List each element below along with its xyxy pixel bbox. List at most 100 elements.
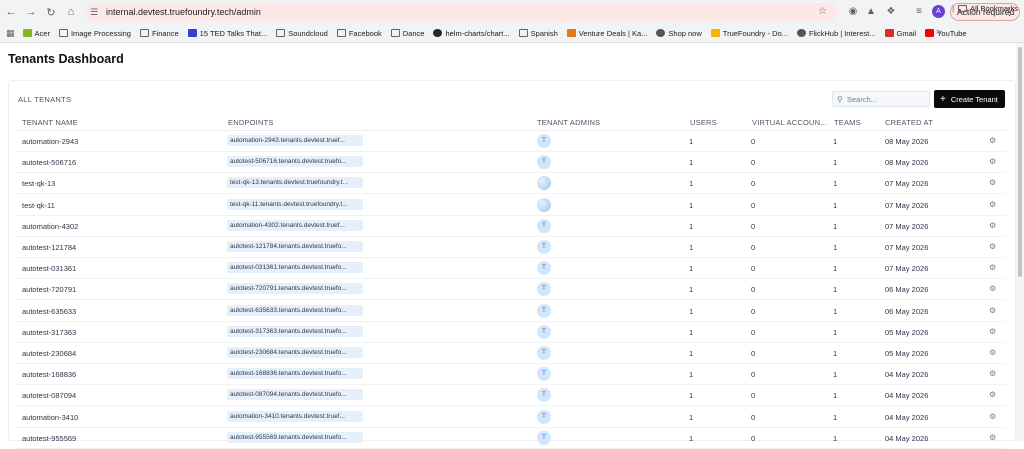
url-text[interactable]: internal.devtest.truefoundry.tech/admin (106, 7, 261, 17)
site-info-icon[interactable]: ☰ (90, 7, 104, 18)
profile-avatar[interactable]: A (932, 5, 945, 18)
table-row[interactable]: automation-2943 automation-2943.tenants.d… (16, 131, 1006, 152)
admin-avatar[interactable]: T (537, 409, 551, 424)
tenant-name[interactable]: autotest-087094 (22, 391, 76, 400)
admin-avatar[interactable] (537, 197, 551, 212)
bookmark-item[interactable]: FlickHub | Interest... (796, 29, 876, 38)
bookmark-item[interactable]: helm-charts/chart... (433, 29, 510, 38)
puzzle-icon[interactable]: ❖ (884, 4, 898, 18)
bookmark-item[interactable]: Facebook (336, 29, 382, 38)
gear-icon[interactable]: ⚙ (989, 221, 996, 230)
table-row[interactable]: autotest-506716 autotest-506716.tenants.d… (16, 152, 1006, 174)
table-row[interactable]: automation-3410 automation-3410.tenants.d… (16, 407, 1006, 428)
home-icon[interactable]: ⌂ (62, 3, 80, 21)
bookmark-item[interactable]: Acer (22, 29, 50, 38)
endpoint-chip[interactable]: automation-3410.tenants.devtest.truef... (227, 410, 363, 422)
tenant-name[interactable]: automation-2943 (22, 137, 78, 146)
endpoint-chip[interactable]: autotest-087094.tenants.devtest.truefo..… (227, 389, 363, 401)
tenant-name[interactable]: automation-4302 (22, 222, 78, 231)
table-row[interactable]: autotest-720791 autotest-720791.tenants.d… (16, 279, 1006, 301)
bookmark-item[interactable]: Dance (390, 29, 424, 38)
extension-shield-icon[interactable]: ▲ (864, 4, 878, 18)
admin-avatar[interactable]: T (537, 388, 551, 403)
tenant-name[interactable]: autotest-506716 (22, 158, 76, 167)
bookmark-item[interactable]: Spanish (518, 29, 558, 38)
header-teams[interactable]: TEAMS (834, 118, 861, 127)
gear-icon[interactable]: ⚙ (989, 136, 996, 145)
table-row[interactable]: autotest-955569 autotest-955569.tenants.d… (16, 428, 1006, 449)
table-row[interactable]: autotest-168836 autotest-168836.tenants.d… (16, 364, 1006, 386)
gear-icon[interactable]: ⚙ (989, 263, 996, 272)
bookmark-item[interactable]: Soundcloud (276, 29, 328, 38)
bookmark-item[interactable]: YouTube (925, 29, 967, 38)
apps-grid-icon[interactable]: ▦ (6, 28, 15, 39)
header-tenant-admins[interactable]: TENANT ADMINS (537, 118, 600, 127)
bookmark-item[interactable]: 15 TED Talks That... (187, 29, 267, 38)
table-row[interactable]: autotest-317363 autotest-317363.tenants.d… (16, 322, 1006, 343)
endpoint-chip[interactable]: autotest-121784.tenants.devtest.truefo..… (227, 241, 363, 252)
admin-avatar[interactable]: T (537, 346, 551, 360)
gear-icon[interactable]: ⚙ (989, 178, 996, 187)
admin-avatar[interactable]: T (537, 324, 551, 339)
endpoint-chip[interactable]: test-qk-11.tenants.devtest.truefoundry.t… (227, 198, 363, 210)
tenant-name[interactable]: autotest-635633 (22, 307, 76, 316)
bookmark-item[interactable]: TrueFoundry - Do... (710, 29, 788, 38)
admin-avatar[interactable] (537, 176, 551, 191)
admin-avatar[interactable]: T (537, 261, 551, 276)
address-bar[interactable]: ☰ internal.devtest.truefoundry.tech/admi… (84, 3, 837, 21)
tenant-name[interactable]: test-qk-11 (22, 201, 55, 210)
gear-icon[interactable]: ⚙ (989, 242, 996, 251)
endpoint-chip[interactable]: automation-2943.tenants.devtest.truef... (227, 135, 363, 146)
admin-avatar[interactable]: T (537, 430, 551, 445)
endpoint-chip[interactable]: autotest-720791.tenants.devtest.truefo..… (227, 283, 363, 295)
header-users[interactable]: USERS (690, 118, 717, 127)
endpoint-chip[interactable]: autotest-955569.tenants.devtest.truefo..… (227, 431, 363, 443)
bookmark-item[interactable]: Image Processing (58, 29, 131, 38)
tenant-name[interactable]: autotest-121784 (22, 243, 76, 252)
gear-icon[interactable]: ⚙ (989, 306, 996, 315)
forward-icon[interactable]: → (22, 3, 40, 21)
bookmark-item[interactable]: Gmail (884, 29, 916, 38)
gear-icon[interactable]: ⚙ (989, 390, 996, 399)
admin-avatar[interactable]: T (537, 218, 551, 233)
endpoint-chip[interactable]: autotest-031361.tenants.devtest.truefo..… (227, 262, 363, 274)
gear-icon[interactable]: ⚙ (989, 412, 996, 421)
page-scrollbar[interactable] (1016, 43, 1024, 441)
table-row[interactable]: autotest-635633 autotest-635633.tenants.d… (16, 301, 1006, 322)
endpoint-chip[interactable]: test-qk-13.tenants.devtest.truefoundry.t… (227, 177, 363, 189)
endpoint-chip[interactable]: autotest-635633.tenants.devtest.truefo..… (227, 304, 363, 316)
gear-icon[interactable]: ⚙ (989, 327, 996, 336)
admin-avatar[interactable]: T (537, 303, 551, 318)
back-icon[interactable]: ← (2, 3, 20, 21)
endpoint-chip[interactable]: automation-4302.tenants.devtest.truef... (227, 219, 363, 231)
admin-avatar[interactable]: T (537, 134, 551, 148)
more-bookmarks-icon[interactable]: » (936, 26, 941, 36)
bookmark-item[interactable]: Venture Deals | Ka... (566, 29, 647, 38)
table-row[interactable]: automation-4302 automation-4302.tenants.d… (16, 216, 1006, 237)
gear-icon[interactable]: ⚙ (989, 200, 996, 209)
extension-icon[interactable]: ◉ (846, 4, 860, 18)
media-icon[interactable]: ≡ (912, 4, 926, 18)
tenant-name[interactable]: autotest-317363 (22, 328, 76, 337)
reload-icon[interactable]: ↻ (42, 3, 60, 21)
header-virtual-accounts[interactable]: VIRTUAL ACCOUN... (752, 118, 827, 127)
tenant-name[interactable]: autotest-720791 (22, 285, 76, 294)
table-row[interactable]: autotest-087094 autotest-087094.tenants.d… (16, 385, 1006, 407)
endpoint-chip[interactable]: autotest-317363.tenants.devtest.truefo..… (227, 325, 363, 337)
all-bookmarks[interactable]: | All Bookmarks (952, 4, 1018, 13)
table-row[interactable]: test-qk-13 test-qk-13.tenants.devtest.tru… (16, 173, 1006, 195)
tenant-name[interactable]: test-qk-13 (22, 179, 55, 188)
admin-avatar[interactable]: T (537, 155, 551, 170)
header-created-at[interactable]: CREATED AT (885, 118, 933, 127)
scrollbar-thumb[interactable] (1018, 47, 1022, 277)
endpoint-chip[interactable]: autotest-230684.tenants.devtest.truefo..… (227, 347, 363, 358)
header-endpoints[interactable]: ENDPOINTS (228, 118, 274, 127)
gear-icon[interactable]: ⚙ (989, 433, 996, 442)
table-row[interactable]: autotest-121784 autotest-121784.tenants.d… (16, 237, 1006, 258)
bookmark-star-icon[interactable]: ☆ (818, 6, 827, 17)
gear-icon[interactable]: ⚙ (989, 284, 996, 293)
tenant-name[interactable]: autotest-230684 (22, 349, 76, 358)
search-input[interactable]: ⚲ Search... (832, 91, 930, 107)
table-row[interactable]: autotest-031361 autotest-031361.tenants.d… (16, 258, 1006, 280)
admin-avatar[interactable]: T (537, 240, 551, 254)
